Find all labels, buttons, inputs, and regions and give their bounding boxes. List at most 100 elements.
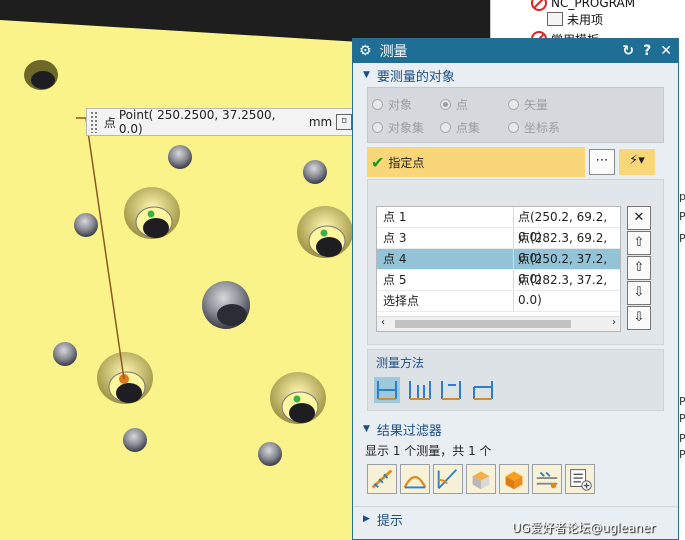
point-name: 点 5 [377,270,514,290]
method-label: 测量方法 [376,356,425,370]
nav-row-label: 未用项 [567,12,604,27]
edge-text: P [679,210,685,223]
reset-icon[interactable]: ↻ [622,43,634,59]
section-title: 提示 [376,513,403,529]
radio-point[interactable]: 点 [440,96,468,113]
point-readout: 点 Point( 250.2500, 37.2500, 0.0) mm ⌑ [86,108,353,136]
check-icon: ✔ [371,152,385,172]
distance-method-icon[interactable] [374,377,400,403]
point-name: 选择点 [377,291,514,311]
point-list-table[interactable]: 点 1 点(250.2, 69.2, 0.0) 点 3 点(282.3, 69.… [376,206,621,332]
readout-unit: mm [308,115,333,129]
edge-text: P [679,432,685,445]
radio-label: 对象集 [388,121,425,135]
radio-label: 点集 [456,121,481,135]
section-title: 要测量的对象 [376,69,455,85]
horizontal-scrollbar[interactable]: ‹ › [377,316,620,331]
edge-text: p [679,190,685,203]
edge-text: P [679,448,685,461]
radio-dot [440,122,451,133]
watermark-text: UG爱好者论坛@ugleaner [512,521,656,535]
radio-dot [372,99,383,110]
scroll-right-icon[interactable]: › [612,317,616,328]
radio-dot [372,122,383,133]
readout-value: Point( 250.2500, 37.2500, 0.0) [118,108,276,136]
specify-point-label: 指定点 [388,155,425,170]
close-icon[interactable]: ✕ [660,43,672,59]
filter-count-text: 显示 1 个测量，共 1 个 [365,444,492,458]
radio-label: 点 [456,98,469,112]
collapse-caret-icon: ▼ [363,424,370,434]
expand-caret-icon: ▶ [363,514,370,524]
projected-distance-icon[interactable] [470,377,496,403]
horizontal-distance-icon[interactable] [438,377,464,403]
volume-filter-icon[interactable] [499,464,529,494]
radio-dot [440,99,451,110]
point-name: 点 3 [377,228,514,248]
radio-dot [508,122,519,133]
move-top-button[interactable]: ⇧ [627,231,651,255]
dialog-title: 测量 [379,44,408,60]
radio-label: 矢量 [524,98,549,112]
section-filter-header[interactable]: ▼ 结果过滤器 [353,417,678,441]
point-value: 点(282.3, 37.2, 0.0) [518,273,608,307]
measure-dialog: ⚙ 测量 ↻ ? ✕ ▼ 要测量的对象 对象 点 矢量 对象集 点集 坐标系 ✔… [352,38,679,540]
radio-object[interactable]: 对象 [372,96,412,113]
radio-csys[interactable]: 坐标系 [508,119,560,136]
nav-row-label: NC_PROGRAM [551,0,636,10]
point-list-panel: 点 1 点(250.2, 69.2, 0.0) 点 3 点(282.3, 69.… [367,179,664,345]
radio-vector[interactable]: 矢量 [508,96,548,113]
table-row[interactable]: 选择点 [377,291,620,312]
point-name: 点 4 [377,249,514,269]
radio-point-set[interactable]: 点集 [440,119,480,136]
gear-icon: ⚙ [359,43,372,59]
collapse-caret-icon: ▼ [363,70,370,80]
point-value [514,291,620,311]
angle-filter-icon[interactable] [433,464,463,494]
table-row-selected[interactable]: 点 4 点(250.2, 37.2, 0.0) [377,249,620,286]
readout-option-icon[interactable]: ⌑ [336,114,352,130]
move-up-button[interactable]: ⇧ [627,256,651,280]
point-value: 点(282.3, 69.2, 0.0) [518,231,608,265]
dialog-titlebar[interactable]: ⚙ 测量 ↻ ? ✕ [353,39,678,63]
edge-text: P [679,232,685,245]
drag-handle[interactable] [90,111,98,133]
distance-filter-icon[interactable] [367,464,397,494]
scroll-thumb[interactable] [395,320,571,328]
point-dialog-button[interactable]: ⋯ [589,149,615,175]
measure-method-panel: 测量方法 [367,349,664,411]
move-bottom-button[interactable]: ⇩ [627,306,651,330]
edge-text: P [679,395,685,408]
no-entry-icon [531,0,547,11]
point-name: 点 1 [377,207,514,227]
remove-point-button[interactable]: ✕ [627,206,651,230]
radio-object-set[interactable]: 对象集 [372,119,424,136]
measure-point-filter-icon[interactable] [532,464,562,494]
specify-point-field[interactable]: ✔ 指定点 [367,147,585,177]
help-icon[interactable]: ? [643,43,651,59]
readout-prefix: 点 [103,115,116,130]
table-row[interactable]: 点 1 点(250.2, 69.2, 0.0) [377,207,620,244]
section-targets-header[interactable]: ▼ 要测量的对象 [353,63,678,87]
point-value: 点(250.2, 69.2, 0.0) [518,210,608,244]
edge-text: P [679,412,685,425]
move-down-button[interactable]: ⇩ [627,281,651,305]
radio-label: 对象 [388,98,413,112]
vertical-distance-icon[interactable] [406,377,432,403]
nav-row-unused[interactable]: 未用项 [547,10,603,28]
folder-icon [547,12,563,26]
section-title: 结果过滤器 [376,423,442,439]
info-filter-icon[interactable] [565,464,595,494]
specify-point-row: ✔ 指定点 ⋯ ⚡▾ [367,147,664,177]
scroll-left-icon[interactable]: ‹ [381,317,385,328]
table-row[interactable]: 点 5 点(282.3, 37.2, 0.0) [377,270,620,307]
radio-label: 坐标系 [524,121,561,135]
radio-dot [508,99,519,110]
inferred-point-icon[interactable]: ⚡▾ [619,149,655,175]
point-value: 点(250.2, 37.2, 0.0) [518,252,608,286]
area-filter-icon[interactable] [466,464,496,494]
table-row[interactable]: 点 3 点(282.3, 69.2, 0.0) [377,228,620,265]
arc-filter-icon[interactable] [400,464,430,494]
filter-toolbar [367,464,678,494]
object-type-group: 对象 点 矢量 对象集 点集 坐标系 [367,87,664,143]
